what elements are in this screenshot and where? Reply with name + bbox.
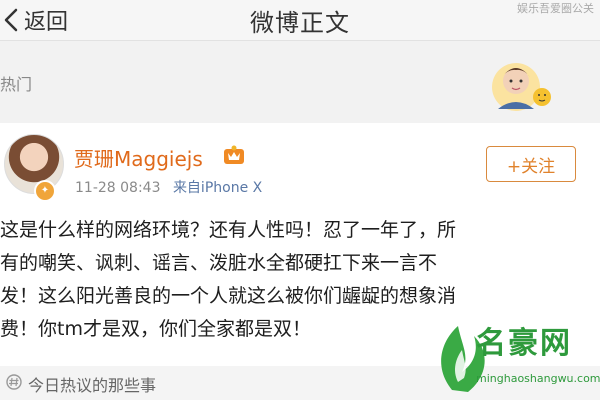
post-line: 这是什么样的网络环境？还有人性吗！忍了一年了，所 [0,219,457,241]
verified-badge-icon: ✦ [34,180,56,202]
follow-button[interactable]: +关注 [486,146,576,182]
site-watermark-name: 名豪网 [476,326,572,361]
username[interactable]: 贾珊Maggiejs [74,143,203,172]
post-line: 发！这么阳光善良的一个人就这么被你们龌龊的想象消 [0,285,457,307]
navigation-bar: 返回 微博正文 娱乐吾爱圈公关 [0,0,600,41]
post-source[interactable]: 来自iPhone X [173,180,262,196]
post-time: 11-28 08:43 [75,180,161,196]
hot-label: 热门 [0,75,33,94]
post-line: 有的嘲笑、讽刺、谣言、泼脏水全都硬扛下来一言不 [0,252,438,274]
avatar[interactable] [4,134,64,194]
topic-label: 今日热议的那些事 [28,376,157,395]
hot-banner: 热门 [0,41,600,123]
member-crown-icon [224,145,244,164]
top-watermark: 娱乐吾爱圈公关 [517,2,594,15]
topic-hash-icon [6,374,22,390]
site-watermark-url: minghaoshangwu.com [476,372,600,385]
page-title: 微博正文 [250,9,350,37]
post-meta: 11-28 08:43 来自iPhone X [75,177,262,197]
mascot-icon [492,63,551,111]
